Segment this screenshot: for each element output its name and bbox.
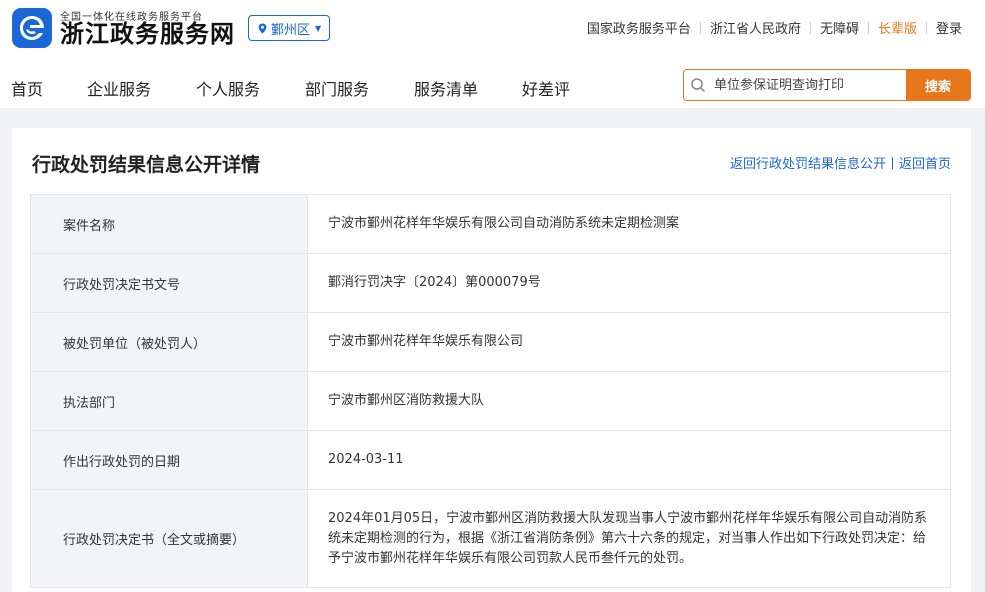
nav-department-services[interactable]: 部门服务: [305, 76, 369, 100]
search-box: 搜索: [683, 69, 971, 101]
table-row: 案件名称 宁波市鄞州花样年华娱乐有限公司自动消防系统未定期检测案: [31, 195, 950, 254]
row-value-decision-text: 2024年01月05日，宁波市鄞州区消防救援大队发现当事人宁波市鄞州花样年华娱乐…: [328, 510, 928, 566]
location-pin-icon: [258, 22, 267, 34]
nav-service-list[interactable]: 服务清单: [414, 76, 478, 100]
province-government-link[interactable]: 浙江省人民政府: [701, 18, 810, 37]
detail-table: 案件名称 宁波市鄞州花样年华娱乐有限公司自动消防系统未定期检测案 行政处罚决定书…: [30, 194, 951, 588]
nav-enterprise-services[interactable]: 企业服务: [87, 76, 151, 100]
row-label-decision-text: 行政处罚决定书（全文或摘要）: [31, 490, 308, 587]
search-button[interactable]: 搜索: [906, 70, 970, 100]
region-label: 鄞州区: [271, 22, 311, 38]
row-value-decision-number: 鄞消行罚决字〔2024〕第000079号: [328, 275, 541, 290]
table-row: 作出行政处罚的日期 2024-03-11: [31, 431, 950, 490]
row-value-enforcement-department: 宁波市鄞州区消防救援大队: [328, 393, 485, 408]
row-value-penalized-party: 宁波市鄞州花样年华娱乐有限公司: [328, 334, 524, 349]
table-row: 被处罚单位（被处罚人） 宁波市鄞州花样年华娱乐有限公司: [31, 313, 950, 372]
site-header: 全国一体化在线政务服务平台 浙江政务服务网 鄞州区 ▼ 国家政务服务平台 浙江省…: [0, 0, 985, 108]
row-label-case-name: 案件名称: [31, 195, 308, 253]
search-icon: [684, 70, 712, 100]
row-label-decision-number: 行政处罚决定书文号: [31, 254, 308, 312]
table-row: 执法部门 宁波市鄞州区消防救援大队: [31, 372, 950, 431]
site-logo[interactable]: [12, 8, 52, 48]
nav-rating[interactable]: 好差评: [522, 76, 570, 100]
back-to-list-link[interactable]: 返回行政处罚结果信息公开: [730, 153, 886, 172]
table-row: 行政处罚决定书（全文或摘要） 2024年01月05日，宁波市鄞州区消防救援大队发…: [31, 490, 950, 588]
search-input[interactable]: [712, 70, 906, 100]
row-value-case-name: 宁波市鄞州花样年华娱乐有限公司自动消防系统未定期检测案: [328, 216, 680, 231]
nav-home[interactable]: 首页: [11, 76, 43, 100]
row-value-penalty-date: 2024-03-11: [328, 452, 404, 467]
nav-personal-services[interactable]: 个人服务: [196, 76, 260, 100]
brand-title[interactable]: 浙江政务服务网: [60, 20, 235, 48]
page-title: 行政处罚结果信息公开详情: [32, 154, 261, 176]
back-to-home-link[interactable]: 返回首页: [899, 153, 951, 172]
accessibility-link[interactable]: 无障碍: [811, 18, 868, 37]
content-panel: 行政处罚结果信息公开详情 返回行政处罚结果信息公开 返回首页 案件名称 宁波市鄞…: [12, 128, 971, 592]
elder-version-link[interactable]: 长辈版: [869, 18, 926, 37]
row-label-penalized-party: 被处罚单位（被处罚人）: [31, 313, 308, 371]
region-selector[interactable]: 鄞州区 ▼: [248, 15, 331, 41]
back-links: 返回行政处罚结果信息公开 返回首页: [730, 153, 951, 172]
login-link[interactable]: 登录: [927, 18, 971, 37]
logo-swirl-icon: [20, 16, 44, 40]
divider: [891, 156, 893, 169]
top-links: 国家政务服务平台 浙江省人民政府 无障碍 长辈版 登录: [578, 18, 971, 37]
caret-down-icon: ▼: [315, 23, 322, 33]
row-label-penalty-date: 作出行政处罚的日期: [31, 431, 308, 489]
row-label-enforcement-department: 执法部门: [31, 372, 308, 430]
national-platform-link[interactable]: 国家政务服务平台: [578, 18, 700, 37]
table-row: 行政处罚决定书文号 鄞消行罚决字〔2024〕第000079号: [31, 254, 950, 313]
